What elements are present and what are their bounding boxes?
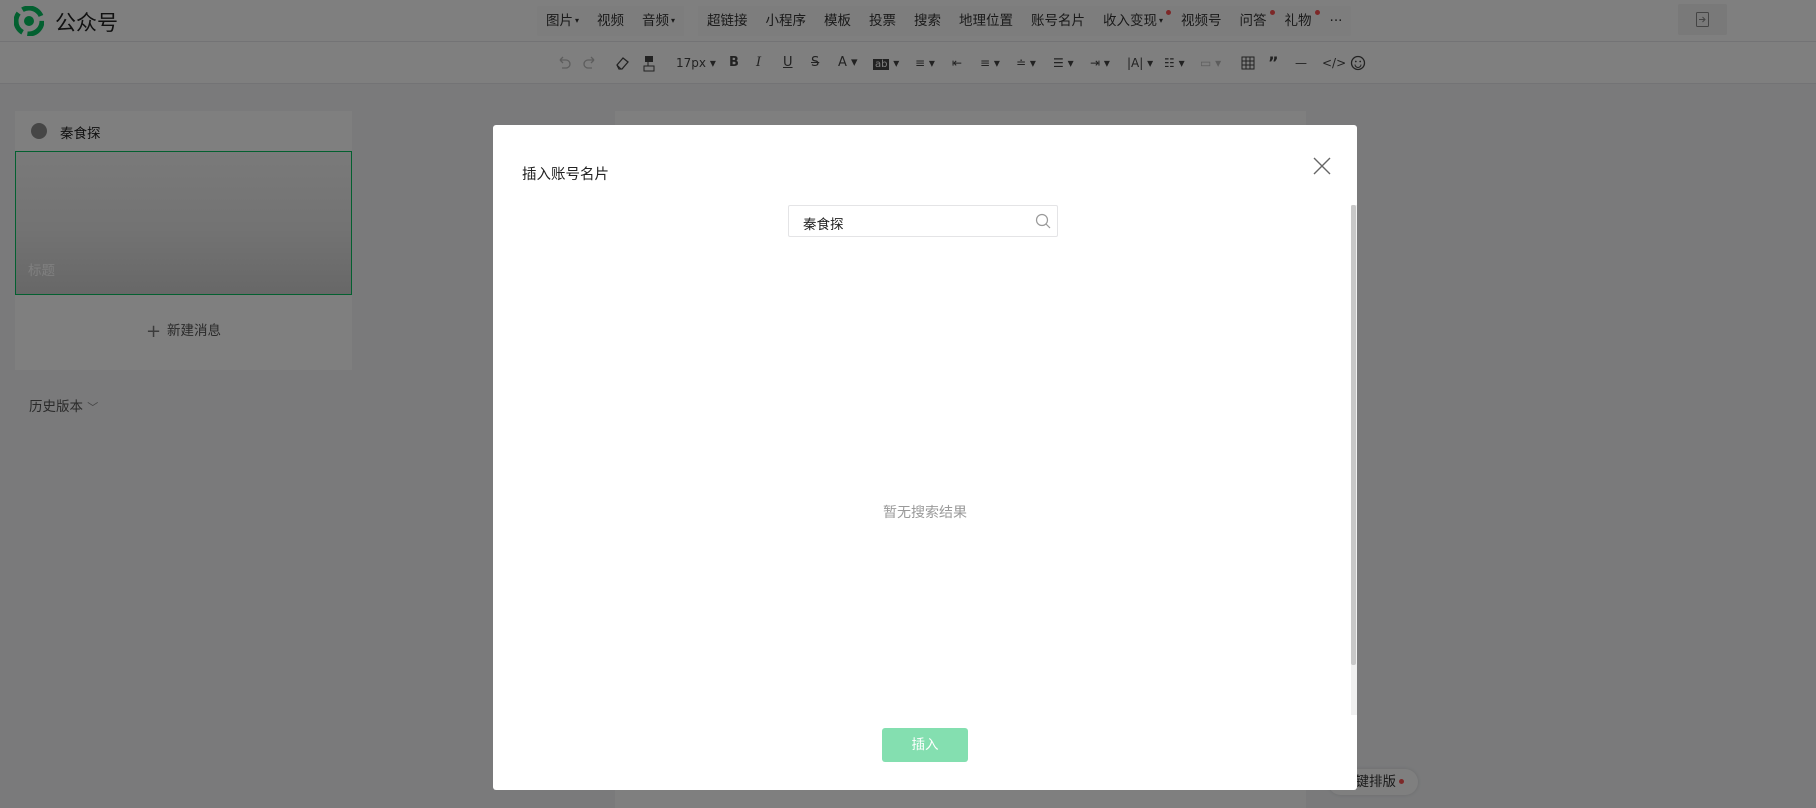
close-icon: [1313, 157, 1331, 175]
scrollbar-thumb[interactable]: [1351, 205, 1356, 665]
search-value: 秦食探: [803, 217, 844, 233]
account-card-dialog: 插入账号名片 秦食探 暂无搜索结果 插入: [493, 125, 1357, 790]
dialog-title: 插入账号名片: [522, 167, 609, 183]
search-icon[interactable]: [1035, 213, 1051, 229]
empty-result-text: 暂无搜索结果: [883, 505, 967, 521]
close-button[interactable]: [1311, 155, 1333, 177]
account-search-input[interactable]: 秦食探: [788, 205, 1058, 237]
insert-button[interactable]: 插入: [882, 728, 968, 762]
